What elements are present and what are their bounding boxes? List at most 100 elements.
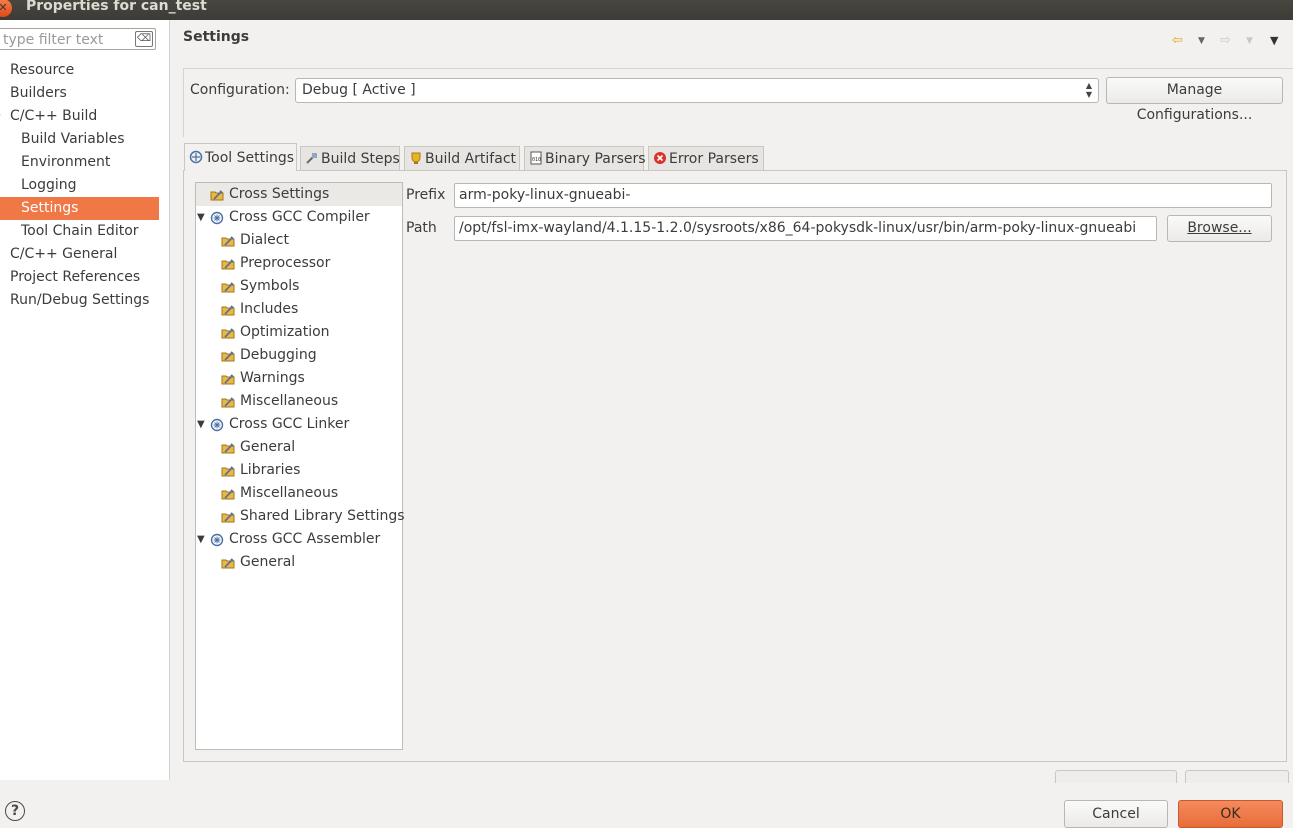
tab-label: Build Artifact [425,151,516,167]
sidebar-item-label: Run/Debug Settings [10,292,150,308]
tree-node-label: Cross GCC Assembler [229,531,381,547]
tree-expand-icon[interactable]: ▼ [197,413,205,436]
tree-option-node[interactable]: Symbols [196,275,402,298]
tree-option-node[interactable]: General [196,551,402,574]
option-category-icon [221,371,235,385]
property-page-list: Resource Builders ▾ C/C++ Build Build Variab… [0,59,159,312]
sidebar-item-label: C/C++ General [10,246,118,262]
error-parsers-icon [654,152,666,164]
sidebar-item-environment[interactable]: Environment [0,151,159,174]
tab-build-steps[interactable]: Build Steps [300,146,400,170]
tab-binary-parsers[interactable]: 010 Binary Parsers [524,146,646,170]
tree-node-label: Cross Settings [229,186,330,202]
tree-option-node[interactable]: Miscellaneous [196,390,402,413]
tab-label: Error Parsers [669,151,759,167]
manage-configurations-button[interactable]: Manage Configurations... [1106,77,1283,123]
tree-tool-node[interactable]: ▼ Cross GCC Compiler [196,206,402,229]
tree-node-label: Dialect [240,232,289,248]
forward-arrow-icon[interactable]: ⇨ [1220,34,1231,48]
path-input[interactable]: /opt/fsl-imx-wayland/4.1.15-1.2.0/sysroo… [454,216,1157,241]
tree-node-label: Miscellaneous [240,485,339,501]
forward-menu-chevron-icon[interactable]: ▼ [1246,34,1253,48]
option-category-icon [221,233,235,247]
option-category-icon [221,509,235,523]
apply-button[interactable] [1185,770,1289,783]
tree-option-node[interactable]: Miscellaneous [196,482,402,505]
clear-filter-icon[interactable]: ⌫ [135,31,153,47]
tool-icon [210,532,224,547]
tab-label: Build Steps [321,151,400,167]
tab-error-parsers[interactable]: Error Parsers [648,146,764,170]
tree-option-node[interactable]: Warnings [196,367,402,390]
tab-build-artifact[interactable]: Build Artifact [404,146,520,170]
option-category-icon [221,279,235,293]
window-close-icon[interactable]: ✕ [0,0,12,17]
back-menu-chevron-icon[interactable]: ▼ [1198,34,1205,48]
sidebar-item-c-c-general[interactable]: C/C++ General [0,243,159,266]
build-artifact-icon [411,152,421,164]
sidebar-item-tool-chain-editor[interactable]: Tool Chain Editor [0,220,159,243]
restore-defaults-button[interactable] [1055,770,1177,783]
option-category-icon [221,486,235,500]
tree-node-label: General [240,554,296,570]
browse-button[interactable]: Browse... [1167,215,1272,242]
configuration-value: Debug [ Active ] [302,82,416,98]
sidebar-item-label: Logging [21,177,77,193]
option-category-icon [210,187,224,201]
tree-node-label: Miscellaneous [240,393,339,409]
tree-option-node[interactable]: Preprocessor [196,252,402,275]
sidebar-item-builders[interactable]: Builders [0,82,159,105]
tree-tool-node[interactable]: ▼ Cross GCC Assembler [196,528,402,551]
expand-toggle-icon[interactable]: ▾ [0,105,1,128]
view-menu-icon[interactable]: ▼ [1270,34,1278,48]
sidebar-item-build-variables[interactable]: Build Variables [0,128,159,151]
back-arrow-icon[interactable]: ⇦ [1172,34,1183,48]
tab-label: Binary Parsers [545,151,646,167]
filter-box: ⌫ [0,28,156,50]
tree-option-node[interactable]: Dialect [196,229,402,252]
tree-tool-node[interactable]: ▼ Cross GCC Linker [196,413,402,436]
tree-node-label: General [240,439,296,455]
prefix-label: Prefix [406,187,446,203]
ok-button[interactable]: OK [1178,800,1283,828]
option-category-icon [221,302,235,316]
tree-option-node[interactable]: Cross Settings [196,183,402,206]
tree-option-node[interactable]: Optimization [196,321,402,344]
sidebar-item-label: Resource [10,62,75,78]
sidebar-item-logging[interactable]: Logging [0,174,159,197]
sidebar-item-project-references[interactable]: Project References [0,266,159,289]
configuration-select[interactable]: Debug [ Active ] ▲ ▼ [295,78,1099,103]
filter-input[interactable] [1,30,137,50]
sidebar-item-label: Project References [10,269,141,285]
spinner-arrows-icon: ▲ ▼ [1085,81,1092,99]
sidebar-item-label: Environment [21,154,111,170]
tree-option-node[interactable]: Debugging [196,344,402,367]
option-category-icon [221,440,235,454]
cancel-button[interactable]: Cancel [1064,800,1168,828]
sidebar-item-label: Build Variables [21,131,125,147]
tree-option-node[interactable]: Includes [196,298,402,321]
sidebar-item-settings[interactable]: Settings [0,197,159,220]
tree-node-label: Warnings [240,370,305,386]
sidebar-item-label: C/C++ Build [10,108,98,124]
tree-option-node[interactable]: Libraries [196,459,402,482]
tree-expand-icon[interactable]: ▼ [197,206,205,229]
build-steps-icon [306,153,317,164]
title-bar: ✕ Properties for can_test [0,0,1293,20]
tree-node-label: Symbols [240,278,300,294]
cross-settings-panel [404,182,1273,750]
option-category-icon [221,463,235,477]
sidebar-item-c-c-build[interactable]: ▾ C/C++ Build [0,105,159,128]
tree-expand-icon[interactable]: ▼ [197,528,205,551]
tree-node-label: Libraries [240,462,301,478]
tree-node-label: Optimization [240,324,330,340]
tree-option-node[interactable]: Shared Library Settings [196,505,405,528]
tree-option-node[interactable]: General [196,436,402,459]
option-category-icon [221,256,235,270]
tab-tool-settings[interactable]: Tool Settings [184,143,297,171]
sidebar-item-run-debug-settings[interactable]: Run/Debug Settings [0,289,159,312]
help-icon[interactable]: ? [5,801,25,821]
prefix-input[interactable]: arm-poky-linux-gnueabi- [454,183,1272,208]
sidebar-item-label: Tool Chain Editor [21,223,139,239]
sidebar-item-resource[interactable]: Resource [0,59,159,82]
